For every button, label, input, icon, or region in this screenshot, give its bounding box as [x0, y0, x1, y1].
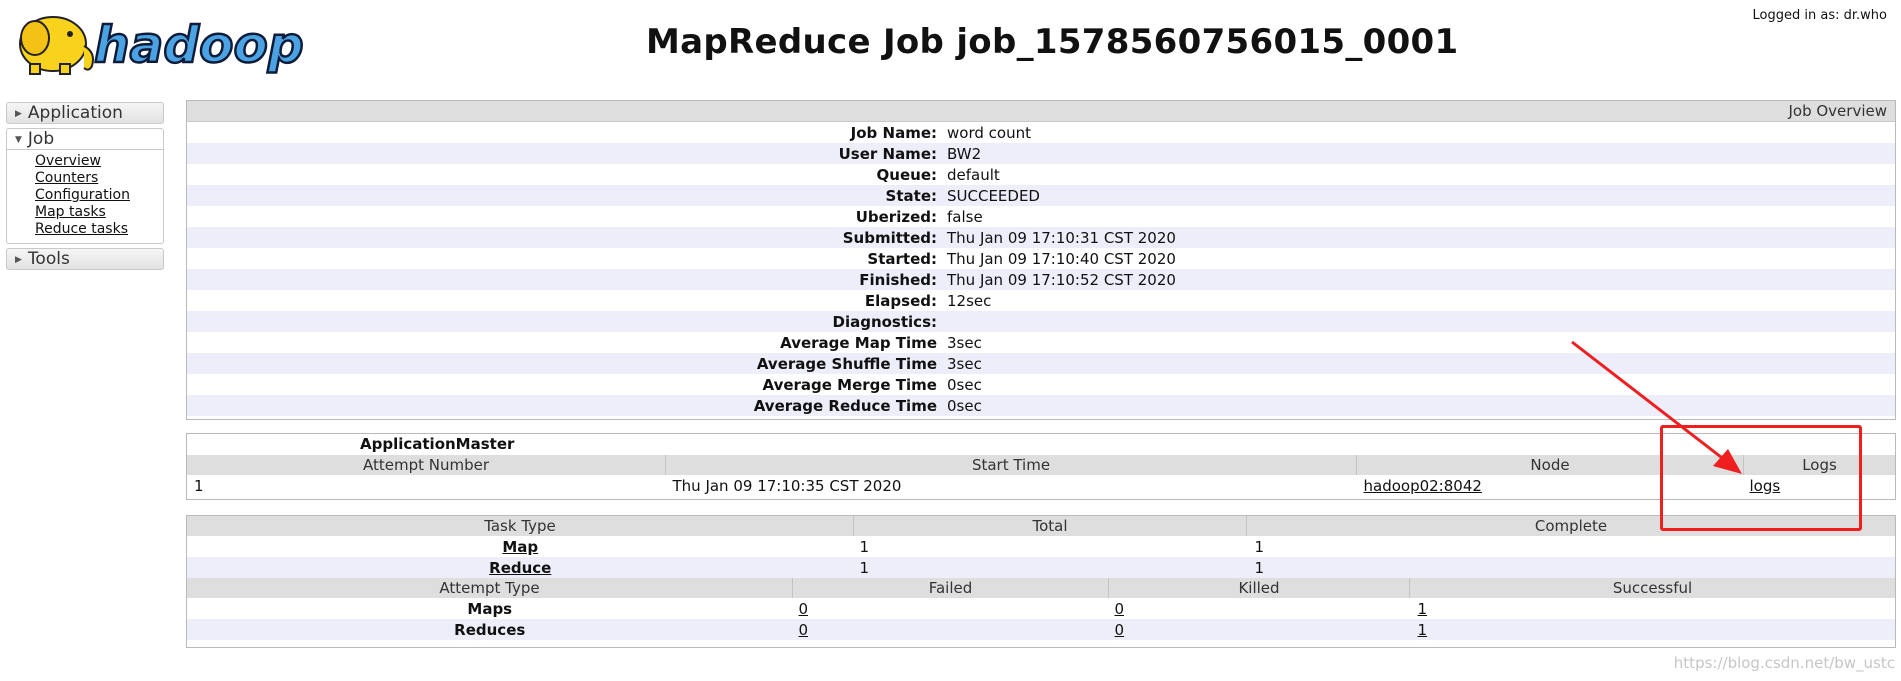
reduce-complete: 1 [1246, 557, 1895, 578]
overview-key: Diagnostics: [187, 311, 947, 332]
overview-key: Finished: [187, 269, 947, 290]
tasks-panel: Task Type Total Complete Map 1 1 Reduce … [186, 515, 1896, 648]
col-start-time: Start Time [665, 455, 1357, 475]
attempt-type-reduces: Reduces [187, 619, 793, 640]
overview-row: Diagnostics: [187, 311, 1895, 332]
overview-key: Average Shuffle Time [187, 353, 947, 374]
col-attempt-number: Attempt Number [187, 455, 666, 475]
attempt-type-maps: Maps [187, 598, 793, 619]
task-type-table: Task Type Total Complete Map 1 1 Reduce … [187, 516, 1895, 578]
overview-value: false [947, 206, 1895, 227]
watermark: https://blog.csdn.net/bw_ustc [1673, 654, 1895, 672]
overview-row: Queue: default [187, 164, 1895, 185]
maps-killed-link[interactable]: 0 [1115, 600, 1125, 618]
section-label: Application [27, 103, 123, 123]
sidebar-nav: ▶ Application ▼ Job Overview Counters Conf… [6, 102, 164, 274]
col-successful: Successful [1409, 578, 1895, 598]
reduces-successful-link[interactable]: 1 [1418, 621, 1428, 639]
overview-row: Job Name: word count [187, 122, 1895, 143]
section-label: Job [27, 129, 55, 149]
triangle-right-icon: ▶ [15, 255, 22, 265]
overview-value: Thu Jan 09 17:10:40 CST 2020 [947, 248, 1895, 269]
overview-key: Job Name: [187, 122, 947, 143]
overview-key: Elapsed: [187, 290, 947, 311]
attempt-type-table: Attempt Type Failed Killed Successful Ma… [187, 578, 1895, 640]
reduce-total: 1 [853, 557, 1247, 578]
overview-row: User Name: BW2 [187, 143, 1895, 164]
overview-key: State: [187, 185, 947, 206]
overview-value: default [947, 164, 1895, 185]
overview-key: Started: [187, 248, 947, 269]
sidebar-section-tools[interactable]: ▶ Tools [6, 248, 164, 270]
svg-text:hadoop: hadoop [94, 16, 304, 74]
map-tasks-link[interactable]: Map [502, 538, 538, 556]
overview-value: 12sec [947, 290, 1895, 311]
overview-key: Average Map Time [187, 332, 947, 353]
map-complete: 1 [1246, 536, 1895, 557]
sidebar-link-configuration[interactable]: Configuration [35, 187, 163, 204]
overview-row: Finished: Thu Jan 09 17:10:52 CST 2020 [187, 269, 1895, 290]
triangle-down-icon: ▼ [15, 135, 22, 145]
sidebar-link-counters[interactable]: Counters [35, 170, 163, 187]
overview-value: SUCCEEDED [947, 185, 1895, 206]
overview-row: Started: Thu Jan 09 17:10:40 CST 2020 [187, 248, 1895, 269]
job-overview-heading: Job Overview [187, 101, 1895, 122]
table-row: Reduce 1 1 [187, 557, 1895, 578]
col-killed: Killed [1108, 578, 1410, 598]
elephant-logo-icon: hadoop [19, 15, 305, 75]
page-title: MapReduce Job job_1578560756015_0001 [646, 22, 1459, 62]
sidebar-section-application[interactable]: ▶ Application [6, 102, 164, 124]
col-task-type: Task Type [187, 516, 854, 536]
node-link[interactable]: hadoop02:8042 [1364, 477, 1482, 495]
table-row: Maps 0 0 1 [187, 598, 1895, 619]
sidebar-section-job[interactable]: ▼ Job [6, 128, 164, 150]
maps-failed-link[interactable]: 0 [799, 600, 809, 618]
overview-row: Uberized: false [187, 206, 1895, 227]
annotation-arrow-icon [1571, 340, 1742, 474]
col-attempt-type: Attempt Type [187, 578, 793, 598]
overview-key: Average Merge Time [187, 374, 947, 395]
table-row: Reduces 0 0 1 [187, 619, 1895, 640]
reduces-failed-link[interactable]: 0 [799, 621, 809, 639]
sidebar-link-map-tasks[interactable]: Map tasks [35, 204, 163, 221]
overview-key: Uberized: [187, 206, 947, 227]
overview-value [947, 311, 1895, 332]
overview-value: Thu Jan 09 17:10:31 CST 2020 [947, 227, 1895, 248]
hadoop-logo: hadoop [8, 6, 308, 80]
overview-key: Average Reduce Time [187, 395, 947, 416]
col-failed: Failed [792, 578, 1109, 598]
attempt-number: 1 [187, 475, 666, 496]
maps-successful-link[interactable]: 1 [1418, 600, 1428, 618]
table-row: Map 1 1 [187, 536, 1895, 557]
overview-key: Queue: [187, 164, 947, 185]
section-label: Tools [27, 249, 70, 269]
overview-key: Submitted: [187, 227, 947, 248]
job-links: Overview Counters Configuration Map task… [6, 150, 164, 244]
overview-row: Submitted: Thu Jan 09 17:10:31 CST 2020 [187, 227, 1895, 248]
triangle-right-icon: ▶ [15, 109, 22, 119]
sidebar-link-reduce-tasks[interactable]: Reduce tasks [35, 221, 163, 238]
col-total: Total [853, 516, 1247, 536]
overview-key: User Name: [187, 143, 947, 164]
logged-in-label: Logged in as: dr.who [1752, 8, 1887, 23]
sidebar-link-overview[interactable]: Overview [35, 153, 163, 170]
overview-value: Thu Jan 09 17:10:52 CST 2020 [947, 269, 1895, 290]
reduce-tasks-link[interactable]: Reduce [489, 559, 551, 577]
overview-value: word count [947, 122, 1895, 143]
overview-value: BW2 [947, 143, 1895, 164]
start-time: Thu Jan 09 17:10:35 CST 2020 [665, 475, 1357, 496]
reduces-killed-link[interactable]: 0 [1115, 621, 1125, 639]
map-total: 1 [853, 536, 1247, 557]
overview-row: State: SUCCEEDED [187, 185, 1895, 206]
overview-row: Elapsed: 12sec [187, 290, 1895, 311]
